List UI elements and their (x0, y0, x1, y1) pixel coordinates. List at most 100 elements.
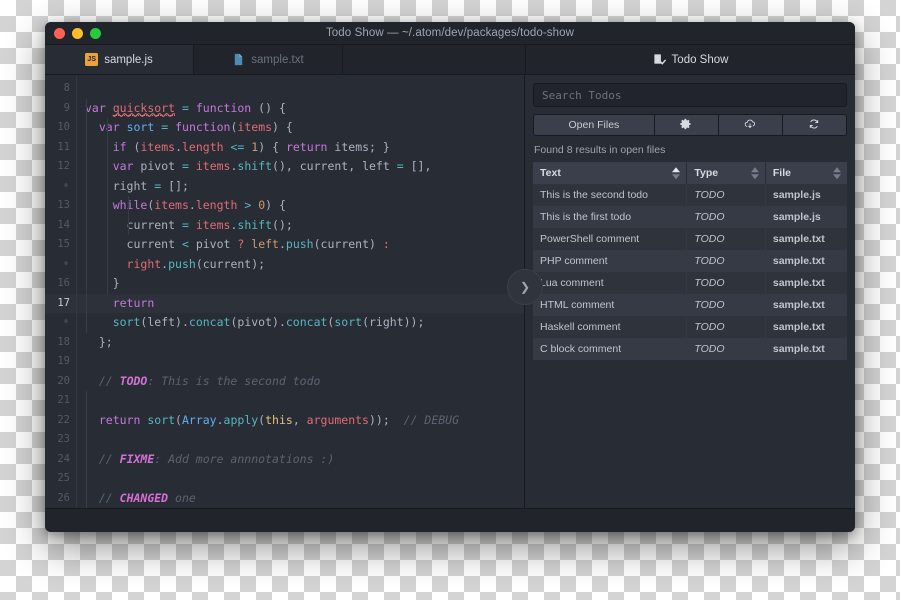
cell-file: sample.js (772, 211, 821, 223)
cell-text: HTML comment (533, 294, 688, 316)
tab-sample-txt[interactable]: sample.txt (194, 45, 342, 74)
table-row[interactable]: PowerShell comment TODO sample.txt (533, 228, 847, 250)
line-number: 10 (57, 121, 70, 133)
cell-text: This is the first todo (533, 206, 688, 228)
zoom-button[interactable] (90, 27, 101, 39)
search-input[interactable] (533, 83, 847, 107)
cell-text: PHP comment (533, 250, 688, 272)
text-file-icon (232, 53, 245, 66)
tab-sample-js[interactable]: JS sample.js (45, 45, 193, 74)
line-number: 23 (57, 433, 70, 445)
title-bar: Todo Show — ~/.atom/dev/packages/todo-sh… (45, 22, 855, 45)
todo-checklist-icon (653, 53, 666, 66)
cell-file: sample.txt (772, 299, 825, 311)
cell-type: TODO (686, 272, 766, 294)
column-label: Type (694, 167, 719, 179)
tab-todo-show[interactable]: Todo Show (525, 45, 855, 75)
sort-indicator-type[interactable] (750, 167, 759, 179)
table-row[interactable]: HTML comment TODO sample.txt (533, 294, 847, 316)
line-number: 9 (63, 101, 70, 114)
cloud-download-icon (744, 118, 756, 133)
tab-bar: JS sample.js sample.txt Todo Show (45, 45, 855, 75)
atom-editor-window: Todo Show — ~/.atom/dev/packages/todo-sh… (45, 22, 855, 532)
line-number: 11 (57, 140, 70, 153)
save-to-file-button[interactable] (718, 114, 783, 136)
line-number-gutter: 8 9 10 11 12 • 13 14 15 • 16 17 • 18 19 … (45, 75, 77, 508)
code-content[interactable]: var quicksort = function () { var sort =… (77, 75, 524, 508)
code-line-current: return (77, 293, 524, 313)
tab-label: sample.js (104, 53, 153, 66)
code-line-wrapped: sort(left).concat(pivot).concat(sort(rig… (112, 315, 425, 329)
code-line: return sort(Array.apply(this, arguments)… (98, 412, 460, 427)
cell-type: TODO (686, 294, 766, 316)
line-number-current: 17 (45, 293, 76, 313)
settings-button[interactable] (654, 114, 719, 136)
line-number: 21 (57, 394, 70, 406)
sort-indicator-text[interactable] (672, 167, 681, 179)
table-header-row: Text Type File (533, 162, 847, 184)
cell-file: sample.txt (772, 233, 825, 245)
line-number: 13 (57, 199, 70, 211)
code-line: var sort = function(items) { (98, 120, 293, 134)
minimize-button[interactable] (72, 27, 83, 39)
tab-label: Todo Show (671, 53, 729, 66)
code-line-todo: // FIXME: Add more annnotations :) (98, 451, 335, 466)
workspace: 8 9 10 11 12 • 13 14 15 • 16 17 • 18 19 … (45, 75, 855, 508)
cell-text: This is the second todo (533, 184, 688, 206)
cell-text: Haskell comment (533, 316, 688, 338)
column-header-type[interactable]: Type (686, 162, 766, 184)
cell-type: TODO (686, 206, 766, 228)
line-number: 26 (57, 491, 70, 504)
chevron-right-icon[interactable]: ❯ (507, 269, 543, 305)
cell-file: sample.txt (772, 277, 825, 289)
close-button[interactable] (54, 27, 65, 39)
cell-text: Lua comment (533, 272, 688, 294)
gear-icon (680, 118, 692, 133)
column-header-file[interactable]: File (765, 162, 847, 184)
cell-type: TODO (686, 250, 766, 272)
window-controls (45, 27, 101, 39)
tab-label: sample.txt (251, 53, 304, 66)
table-row[interactable]: Lua comment TODO sample.txt (533, 272, 847, 294)
javascript-file-icon: JS (85, 53, 99, 66)
code-line: var quicksort = function () { (85, 100, 286, 116)
column-label: File (772, 167, 791, 179)
code-line: current < pivot ? left.push(current) : (126, 237, 390, 251)
todo-results-table: Text Type File This is the second todo T… (533, 162, 847, 360)
open-files-button[interactable]: Open Files (533, 114, 655, 136)
code-line: while(items.length > 0) { (112, 198, 286, 212)
refresh-button[interactable] (782, 114, 847, 136)
cell-text: C block comment (533, 338, 688, 360)
line-number: 12 (57, 160, 70, 172)
table-row[interactable]: This is the first todo TODO sample.js (533, 206, 847, 228)
cell-file: sample.txt (772, 343, 825, 355)
column-label: Text (540, 167, 561, 179)
status-bar (45, 508, 855, 532)
todo-toolbar: Open Files (533, 114, 847, 136)
table-row[interactable]: Haskell comment TODO sample.txt (533, 316, 847, 338)
sort-indicator-file[interactable] (833, 167, 841, 179)
code-editor[interactable]: 8 9 10 11 12 • 13 14 15 • 16 17 • 18 19 … (45, 75, 525, 508)
editor-tab-group: JS sample.js sample.txt (45, 45, 525, 75)
line-number: 19 (57, 355, 70, 367)
line-number-wrapped: • (62, 178, 70, 194)
table-row[interactable]: This is the second todo TODO sample.js (533, 184, 847, 206)
results-count: Found 8 results in open files (534, 144, 666, 156)
code-line-wrapped: right = []; (112, 178, 189, 193)
cell-type: TODO (686, 338, 766, 360)
code-line-wrapped: right.push(current); (126, 256, 266, 271)
table-row[interactable]: C block comment TODO sample.txt (533, 338, 847, 360)
column-header-text[interactable]: Text (533, 162, 688, 184)
line-number: 14 (57, 218, 70, 231)
table-row[interactable]: PHP comment TODO sample.txt (533, 250, 847, 272)
line-number: 15 (57, 238, 70, 250)
open-files-label: Open Files (568, 119, 620, 131)
window-title: Todo Show — ~/.atom/dev/packages/todo-sh… (325, 27, 575, 39)
cell-text: PowerShell comment (533, 228, 688, 250)
line-number: 20 (57, 374, 70, 387)
